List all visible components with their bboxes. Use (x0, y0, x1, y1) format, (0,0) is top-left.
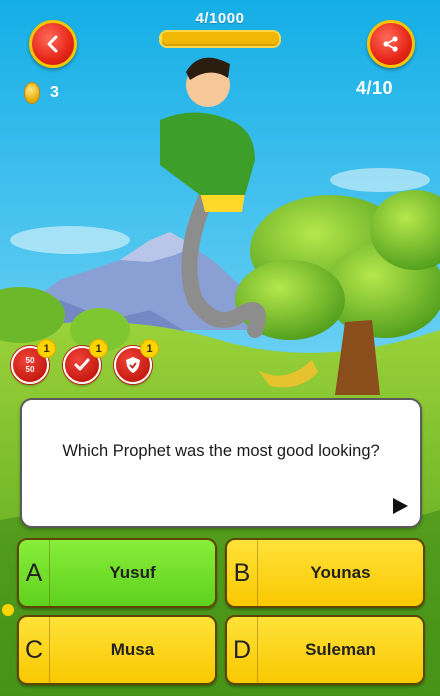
play-icon[interactable] (390, 496, 410, 516)
question-text: Which Prophet was the most good looking? (62, 442, 380, 460)
lifeline-count-badge: 1 (89, 339, 108, 358)
coin-balance: 3 (24, 82, 59, 104)
chevron-left-icon (47, 35, 58, 53)
progress-bar (159, 30, 281, 48)
fifty-fifty-label-top: 50 (25, 356, 35, 365)
lifeline-fifty-fifty[interactable]: 50 50 1 (11, 339, 56, 384)
question-card: Which Prophet was the most good looking? (20, 398, 422, 528)
share-button[interactable] (367, 20, 415, 68)
answer-option-a[interactable]: A Yusuf (17, 538, 217, 608)
checkmark-icon (74, 358, 90, 371)
lifeline-count-badge: 1 (37, 339, 56, 358)
question-counter: 4/10 (356, 78, 394, 98)
answer-option-d[interactable]: D Suleman (225, 615, 425, 685)
shield-icon (126, 357, 140, 373)
answer-letter: C (19, 617, 50, 683)
answer-text: Musa (110, 640, 155, 659)
back-button[interactable] (29, 20, 77, 68)
level-progress: 4/1000 (159, 10, 281, 48)
answer-option-c[interactable]: C Musa (17, 615, 217, 685)
answer-option-b[interactable]: B Younas (225, 538, 425, 608)
fifty-fifty-icon: 50 50 (26, 356, 35, 374)
answer-letter: B (227, 540, 258, 606)
progress-text: 4/1000 (195, 10, 245, 27)
coin-icon (24, 82, 40, 104)
lifeline-count-badge: 1 (140, 339, 159, 358)
share-icon (383, 36, 398, 52)
answer-text: Suleman (305, 640, 376, 659)
lifeline-shield[interactable]: 1 (114, 339, 159, 384)
lifeline-correct-answer[interactable]: 1 (63, 339, 108, 384)
answer-text: Younas (310, 563, 371, 582)
fifty-fifty-label-bottom: 50 (25, 365, 35, 374)
answer-letter: D (227, 617, 258, 683)
answer-letter: A (19, 540, 50, 606)
coin-count: 3 (50, 84, 59, 101)
answer-text: Yusuf (109, 563, 156, 582)
